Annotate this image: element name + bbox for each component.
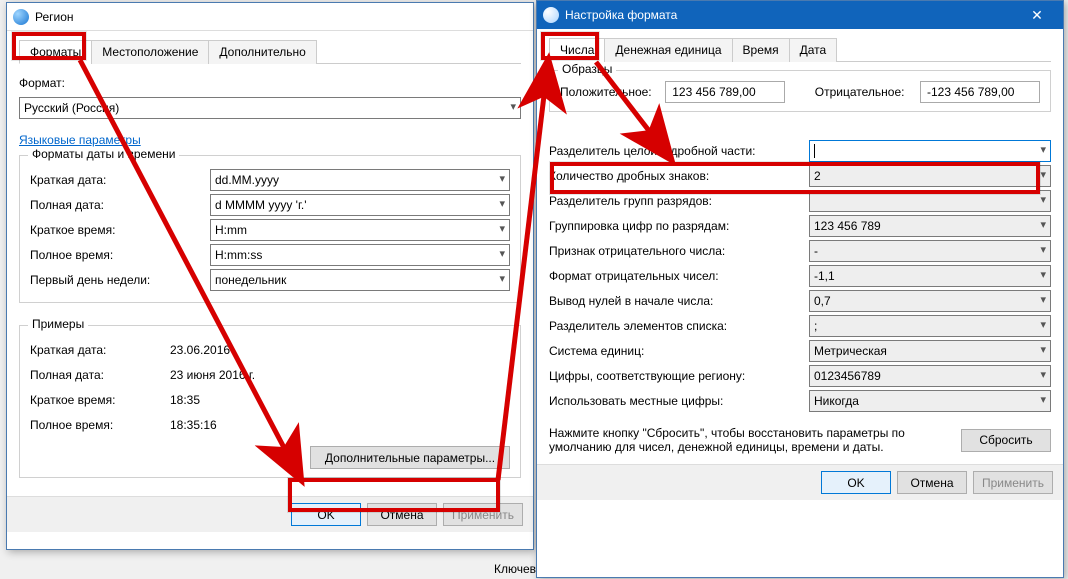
ex-row-label: Краткая дата: — [30, 343, 170, 357]
num-row-label-4: Признак отрицательного числа: — [549, 244, 809, 258]
region-footer: OK Отмена Применить — [7, 496, 533, 532]
region-titlebar: Регион — [7, 3, 533, 31]
num-row-label-8: Система единиц: — [549, 344, 809, 358]
num-row-label-1: Количество дробных знаков: — [549, 169, 809, 183]
format-settings-title: Настройка формата — [565, 8, 1017, 22]
num-row-combo-2[interactable] — [809, 190, 1051, 212]
reset-button[interactable]: Сбросить — [961, 429, 1051, 452]
tab-date[interactable]: Дата — [789, 38, 838, 62]
globe-icon — [543, 7, 559, 23]
dt-row-combo-4[interactable]: понедельник — [210, 269, 510, 291]
num-row-label-0: Разделитель целой и дробной части: — [549, 144, 809, 158]
ex-row-value: 18:35:16 — [170, 418, 217, 432]
num-row-label-6: Вывод нулей в начале числа: — [549, 294, 809, 308]
ex-row-value: 23.06.2016 — [170, 343, 230, 357]
dt-row-label: Полная дата: — [30, 198, 210, 212]
ok-button-2[interactable]: OK — [821, 471, 891, 494]
dt-row-combo-3[interactable]: H:mm:ss — [210, 244, 510, 266]
num-row-combo-0[interactable] — [809, 140, 1051, 162]
cancel-button-2[interactable]: Отмена — [897, 471, 967, 494]
dt-row-label: Краткое время: — [30, 223, 210, 237]
format-combo[interactable]: Русский (Россия) — [19, 97, 521, 119]
negative-sample: -123 456 789,00 — [920, 81, 1040, 103]
num-row-combo-9[interactable]: 0123456789 — [809, 365, 1051, 387]
ex-row-value: 18:35 — [170, 393, 200, 407]
globe-icon — [13, 9, 29, 25]
dt-row-combo-2[interactable]: H:mm — [210, 219, 510, 241]
samples-legend: Образцы — [558, 62, 616, 76]
datetime-formats-group: Форматы даты и времени Краткая дата:dd.M… — [19, 155, 521, 303]
num-row-label-7: Разделитель элементов списка: — [549, 319, 809, 333]
examples-group: Примеры Краткая дата:23.06.2016Полная да… — [19, 325, 521, 478]
apply-button: Применить — [443, 503, 523, 526]
format-footer: OK Отмена Применить — [537, 464, 1063, 500]
format-tabs: Числа Денежная единица Время Дата — [549, 37, 1051, 62]
ex-legend: Примеры — [28, 317, 88, 331]
tab-time[interactable]: Время — [732, 38, 790, 62]
num-row-label-2: Разделитель групп разрядов: — [549, 194, 809, 208]
tab-numbers[interactable]: Числа — [549, 38, 605, 62]
additional-params-button[interactable]: Дополнительные параметры... — [310, 446, 510, 469]
ok-button[interactable]: OK — [291, 503, 361, 526]
region-tabs: Форматы Местоположение Дополнительно — [19, 39, 521, 64]
apply-button-2: Применить — [973, 471, 1053, 494]
ex-row-label: Краткое время: — [30, 393, 170, 407]
num-row-label-9: Цифры, соответствующие региону: — [549, 369, 809, 383]
language-params-link[interactable]: Языковые параметры — [19, 133, 141, 147]
dt-legend: Форматы даты и времени — [28, 147, 179, 161]
num-row-combo-8[interactable]: Метрическая — [809, 340, 1051, 362]
dt-row-label: Полное время: — [30, 248, 210, 262]
samples-group: Образцы Положительное: 123 456 789,00 От… — [549, 70, 1051, 112]
cancel-button[interactable]: Отмена — [367, 503, 437, 526]
num-row-label-10: Использовать местные цифры: — [549, 394, 809, 408]
dt-row-label: Первый день недели: — [30, 273, 210, 287]
format-settings-titlebar: Настройка формата ✕ — [537, 1, 1063, 29]
dt-row-label: Краткая дата: — [30, 173, 210, 187]
region-title: Регион — [35, 10, 527, 24]
reset-hint: Нажмите кнопку "Сбросить", чтобы восстан… — [549, 426, 943, 454]
format-label: Формат: — [19, 76, 199, 90]
dt-row-combo-1[interactable]: d MMMM yyyy 'г.' — [210, 194, 510, 216]
close-icon[interactable]: ✕ — [1017, 4, 1057, 26]
tab-currency[interactable]: Денежная единица — [604, 38, 732, 62]
tab-advanced[interactable]: Дополнительно — [208, 40, 316, 64]
ex-row-label: Полное время: — [30, 418, 170, 432]
tab-formats[interactable]: Форматы — [19, 40, 92, 64]
ex-row-label: Полная дата: — [30, 368, 170, 382]
num-row-combo-3[interactable]: 123 456 789 — [809, 215, 1051, 237]
num-row-combo-10[interactable]: Никогда — [809, 390, 1051, 412]
positive-label: Положительное: — [560, 85, 655, 99]
num-row-label-5: Формат отрицательных чисел: — [549, 269, 809, 283]
num-row-combo-6[interactable]: 0,7 — [809, 290, 1051, 312]
num-row-combo-7[interactable]: ; — [809, 315, 1051, 337]
num-row-combo-4[interactable]: - — [809, 240, 1051, 262]
tab-location[interactable]: Местоположение — [91, 40, 209, 64]
ex-row-value: 23 июня 2016 г. — [170, 368, 255, 382]
num-row-combo-5[interactable]: -1,1 — [809, 265, 1051, 287]
negative-label: Отрицательное: — [815, 85, 910, 99]
positive-sample: 123 456 789,00 — [665, 81, 785, 103]
num-row-combo-1[interactable]: 2 — [809, 165, 1051, 187]
num-row-label-3: Группировка цифр по разрядам: — [549, 219, 809, 233]
dt-row-combo-0[interactable]: dd.MM.yyyy — [210, 169, 510, 191]
